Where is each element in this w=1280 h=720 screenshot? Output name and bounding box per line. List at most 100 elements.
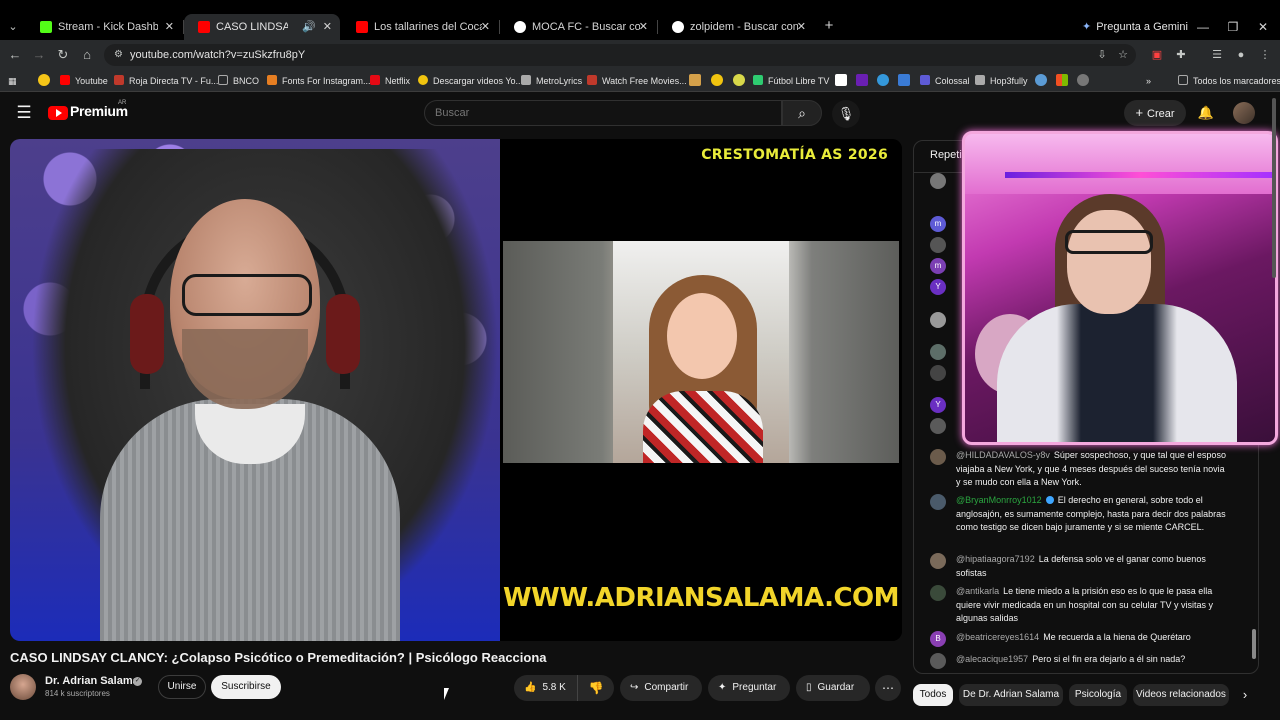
close-tab-icon[interactable]: ✕ xyxy=(639,14,648,40)
chat-avatar[interactable] xyxy=(930,653,946,669)
video-player[interactable]: CRESTOMATÍA AS 2026 WWW.ADRIANSALAMA.COM xyxy=(10,139,902,641)
share-button[interactable]: ↪ Compartir xyxy=(620,675,702,701)
chat-avatar[interactable] xyxy=(930,344,946,360)
bookmark-netflix[interactable]: Netflix xyxy=(370,72,410,90)
bookmark-hop3fully[interactable]: Hop3fully xyxy=(975,72,1028,90)
chat-avatar[interactable] xyxy=(930,365,946,381)
chat-author[interactable]: @alecacique1957 xyxy=(956,654,1028,664)
chip-channel[interactable]: De Dr. Adrian Salama xyxy=(959,684,1063,706)
chat-author[interactable]: @antikarla xyxy=(956,586,999,596)
dislike-button[interactable]: 👎 xyxy=(578,675,614,701)
install-app-icon[interactable]: ⇩ xyxy=(1094,47,1110,63)
channel-avatar[interactable] xyxy=(10,674,36,700)
tab-tallarines[interactable]: Los tallarines del Coca Mendoza ✕ xyxy=(342,14,498,40)
subscribe-button[interactable]: Suscribirse xyxy=(211,675,281,699)
chat-avatar[interactable] xyxy=(930,173,946,189)
minimize-icon[interactable]: — xyxy=(1188,16,1218,38)
chat-scrollbar[interactable] xyxy=(1252,629,1256,659)
new-tab-icon[interactable]: + xyxy=(820,16,838,36)
chat-avatar[interactable] xyxy=(930,585,946,601)
microsoft-icon[interactable] xyxy=(1056,74,1068,86)
bookmark-icon-1[interactable] xyxy=(689,74,701,86)
bookmark-icon-4[interactable] xyxy=(835,74,847,86)
chat-author[interactable]: @hipatiaagora7192 xyxy=(956,554,1035,564)
globe-icon[interactable] xyxy=(1077,74,1089,86)
chat-title[interactable]: Repeti xyxy=(930,149,962,161)
gemini-button[interactable]: ✦ Pregunta a Gemini xyxy=(1082,16,1188,38)
tab-zolpidem[interactable]: zolpidem - Buscar con Google ✕ xyxy=(658,14,814,40)
close-tab-icon[interactable]: ✕ xyxy=(323,14,332,40)
account-avatar[interactable] xyxy=(1233,102,1255,124)
close-window-icon[interactable]: ✕ xyxy=(1248,16,1278,38)
search-button[interactable]: ⌕ xyxy=(782,100,822,126)
like-button[interactable]: 👍 5.8 K xyxy=(514,675,578,701)
chevron-right-icon[interactable]: › xyxy=(1235,684,1255,706)
bookmark-icon-7[interactable] xyxy=(1035,74,1047,86)
channel-name[interactable]: Dr. Adrian Salama xyxy=(45,675,139,687)
chat-avatar[interactable]: Y xyxy=(930,397,946,413)
chat-avatar[interactable] xyxy=(930,312,946,328)
bookmark-icon-5[interactable] xyxy=(877,74,889,86)
bookmark-icon-2[interactable] xyxy=(711,74,723,86)
chat-avatar[interactable] xyxy=(930,494,946,510)
youtube-logo-icon[interactable] xyxy=(48,106,68,120)
close-tab-icon[interactable]: ✕ xyxy=(481,14,490,40)
maximize-icon[interactable]: ❐ xyxy=(1218,16,1248,38)
speaker-icon[interactable]: 🔊 xyxy=(302,14,316,40)
close-tab-icon[interactable]: ✕ xyxy=(165,14,174,40)
extensions-puzzle-icon[interactable]: ✚ xyxy=(1171,45,1191,65)
bookmark-icon-6[interactable] xyxy=(898,74,910,86)
menu-icon[interactable]: ☰ xyxy=(14,103,34,123)
close-tab-icon[interactable]: ✕ xyxy=(797,14,806,40)
browser-menu-icon[interactable]: ⋮ xyxy=(1255,45,1275,65)
chip-todos[interactable]: Todos xyxy=(913,684,953,706)
chat-avatar[interactable] xyxy=(930,418,946,434)
tab-caso-lindsay[interactable]: CASO LINDSAY CLANCY: ¿C 🔊 ✕ xyxy=(184,14,340,40)
yahoo-icon[interactable] xyxy=(856,74,868,86)
bookmark-futbol-libre[interactable]: Fútbol Libre TV xyxy=(753,72,829,90)
reading-list-icon[interactable]: ☰ xyxy=(1207,45,1227,65)
address-bar[interactable]: ⚙ youtube.com/watch?v=zuSkzfru8pY ⇩ ☆ xyxy=(104,44,1136,66)
extension-icon[interactable]: ▣ xyxy=(1147,45,1167,65)
chat-author[interactable]: @BryanMonrroy1012 xyxy=(956,495,1042,505)
bookmark-star-icon[interactable]: ☆ xyxy=(1115,47,1131,63)
search-input[interactable] xyxy=(435,101,765,125)
more-bookmarks-icon[interactable]: » xyxy=(1146,72,1151,90)
bookmark-descargar-videos[interactable]: Descargar videos Yo... xyxy=(418,72,523,90)
chat-author[interactable]: @beatricereyes1614 xyxy=(956,632,1039,642)
chip-related[interactable]: Videos relacionados xyxy=(1133,684,1229,706)
bookmark-youtube[interactable]: Youtube xyxy=(60,72,108,90)
chat-avatar[interactable] xyxy=(930,449,946,465)
all-bookmarks[interactable]: Todos los marcadores xyxy=(1178,72,1280,90)
bookmark-metrolyrics[interactable]: MetroLyrics xyxy=(521,72,582,90)
tab-search-icon[interactable]: ⌄ xyxy=(4,18,22,36)
bookmark-fonts[interactable]: Fonts For Instagram... xyxy=(267,72,371,90)
more-actions-icon[interactable]: ⋯ xyxy=(875,675,901,701)
chat-author[interactable]: @HILDADAVALOS-y8v xyxy=(956,450,1050,460)
reload-icon[interactable]: ↻ xyxy=(53,45,73,65)
profile-avatar-icon[interactable]: ● xyxy=(1231,45,1251,65)
voice-search-button[interactable]: 🎙 xyxy=(832,100,860,128)
forward-arrow-icon[interactable]: → xyxy=(29,45,49,65)
chat-avatar[interactable] xyxy=(930,553,946,569)
create-button[interactable]: + Crear xyxy=(1124,100,1186,126)
chip-psicologia[interactable]: Psicología xyxy=(1069,684,1127,706)
page-scrollbar[interactable] xyxy=(1271,96,1277,706)
ask-button[interactable]: ✦ Preguntar xyxy=(708,675,790,701)
site-info-icon[interactable]: ⚙ xyxy=(114,49,126,61)
save-button[interactable]: ▯ Guardar xyxy=(796,675,870,701)
tab-kick-dashboard[interactable]: Stream - Kick Dashboard ✕ xyxy=(26,14,182,40)
bookmark-watch-free-movies[interactable]: Watch Free Movies... xyxy=(587,72,687,90)
tab-moca-fc[interactable]: MOCA FC - Buscar con Google ✕ xyxy=(500,14,656,40)
bookmark-bnco[interactable]: BNCO xyxy=(218,72,259,90)
bookmark-roja-directa[interactable]: Roja Directa TV - Fu... xyxy=(114,72,218,90)
back-arrow-icon[interactable]: ← xyxy=(5,45,25,65)
chat-avatar[interactable] xyxy=(930,237,946,253)
bookmark-colossal[interactable]: Colossal xyxy=(920,72,970,90)
apps-grid-icon[interactable]: ▦ xyxy=(8,72,17,90)
emoji-bookmark-icon[interactable] xyxy=(38,74,50,86)
chat-avatar[interactable]: m xyxy=(930,216,946,232)
chat-avatar[interactable]: B xyxy=(930,631,946,647)
home-icon[interactable]: ⌂ xyxy=(77,45,97,65)
chat-avatar[interactable]: m xyxy=(930,258,946,274)
